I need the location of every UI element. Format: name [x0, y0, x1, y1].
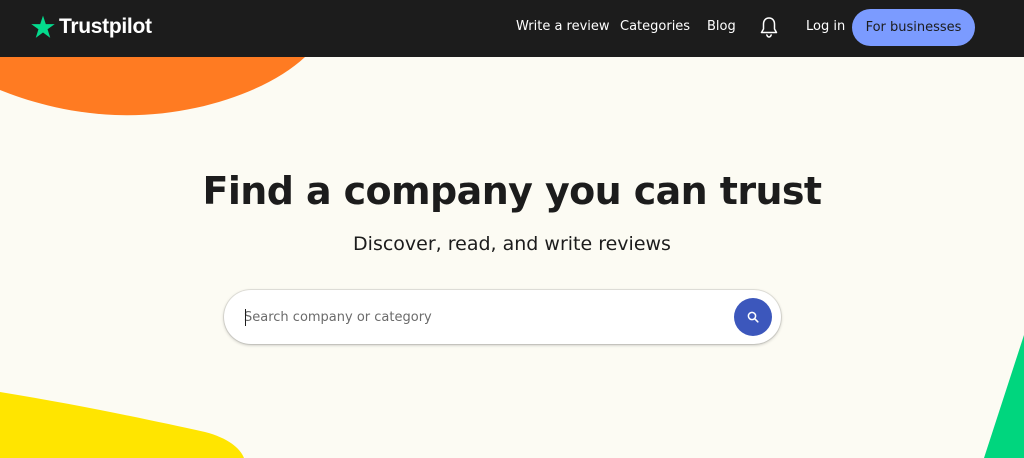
nav-write-review[interactable]: Write a review	[516, 18, 610, 36]
page: Trustpilot Write a review Categories Blo…	[0, 0, 1024, 458]
nav-blog[interactable]: Blog	[707, 18, 736, 36]
for-businesses-button[interactable]: For businesses	[852, 9, 975, 46]
top-navigation-bar: Trustpilot Write a review Categories Blo…	[0, 0, 1024, 57]
yellow-shape	[0, 392, 244, 458]
green-shape	[984, 335, 1024, 458]
background-decoration	[0, 57, 1024, 458]
star-icon	[31, 15, 55, 38]
trustpilot-logo[interactable]: Trustpilot	[30, 12, 152, 42]
search-button[interactable]	[734, 298, 772, 336]
nav-log-in[interactable]: Log in	[806, 18, 845, 36]
nav-categories[interactable]: Categories	[620, 18, 690, 36]
search-bar	[224, 290, 781, 344]
hero-subtitle: Discover, read, and write reviews	[353, 233, 671, 255]
logo-text: Trustpilot	[59, 15, 152, 38]
search-icon	[747, 311, 759, 323]
bell-icon[interactable]	[759, 15, 779, 39]
orange-shape	[0, 57, 305, 116]
search-input[interactable]	[244, 304, 724, 330]
text-cursor	[245, 309, 246, 326]
hero-title: Find a company you can trust	[202, 169, 822, 213]
